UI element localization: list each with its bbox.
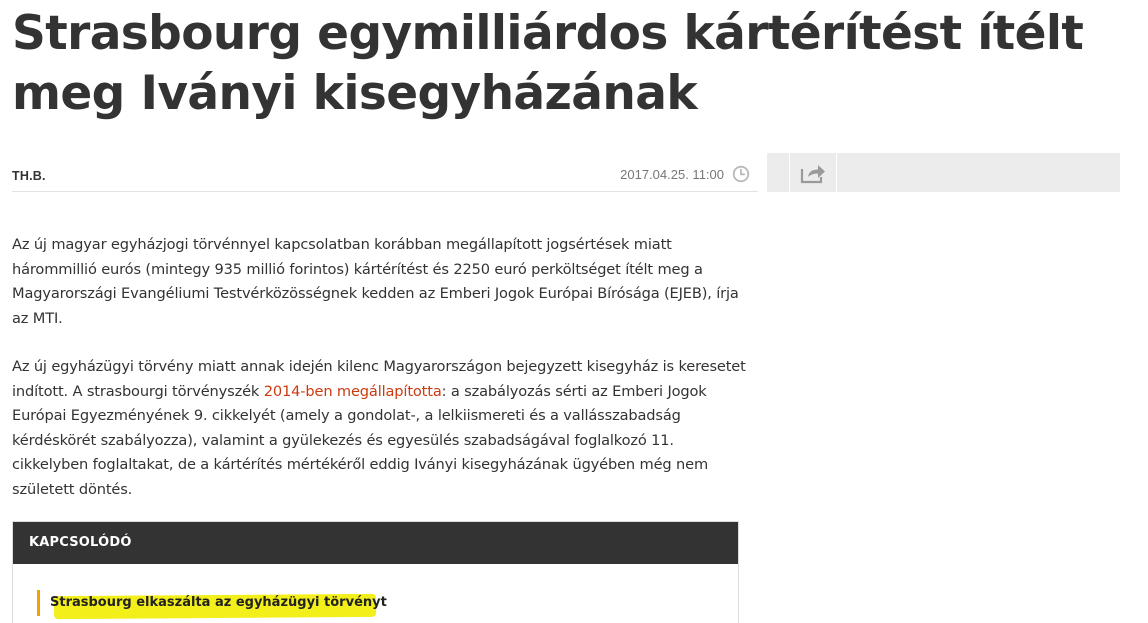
clock-icon: [732, 165, 750, 183]
share-icon: [800, 162, 826, 184]
related-link[interactable]: Strasbourg elkaszálta az egyházügyi törv…: [50, 593, 393, 613]
article-body: Az új magyar egyházjogi törvénnyel kapcs…: [12, 233, 747, 526]
article-title: Strasbourg egymilliárdos kártérítést íté…: [12, 6, 1084, 121]
article-meta: TH.B. 2017.04.25. 11:00: [12, 155, 758, 192]
article-date-wrap: 2017.04.25. 11:00: [620, 165, 750, 183]
share-bar: [767, 153, 1120, 192]
share-bar-spacer: [767, 153, 790, 192]
article-paragraph: Az új magyar egyházjogi törvénnyel kapcs…: [12, 236, 739, 327]
related-box: KAPCSOLÓDÓ Strasbourg elkaszálta az egyh…: [12, 521, 739, 623]
article-page: Strasbourg egymilliárdos kártérítést íté…: [0, 0, 1148, 623]
related-item: Strasbourg elkaszálta az egyházügyi törv…: [37, 590, 393, 616]
share-button[interactable]: [789, 153, 837, 192]
related-header: KAPCSOLÓDÓ: [13, 522, 738, 564]
article-date: 2017.04.25. 11:00: [620, 166, 724, 182]
article-paragraph: Az új egyházügyi törvény miatt annak ide…: [12, 355, 747, 502]
article-inline-link[interactable]: 2014-ben megállapította: [264, 383, 442, 400]
article-author[interactable]: TH.B.: [12, 169, 46, 183]
